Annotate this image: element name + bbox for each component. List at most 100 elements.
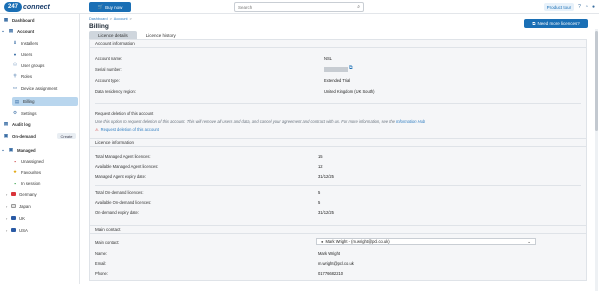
contact-phone-value: 01776682210: [318, 271, 344, 276]
contact-name-value: Mark Wright: [318, 251, 340, 256]
sidebar-item-label: User groups: [21, 62, 45, 68]
managed-icon: ▣: [8, 147, 14, 152]
sidebar-group-germany[interactable]: › Germany: [0, 190, 80, 198]
buy-now-label: Buy now: [105, 4, 123, 10]
chevron-down-icon: ⌄: [1, 28, 5, 33]
field-label: Main contact:: [95, 240, 120, 245]
sidebar-item-users[interactable]: ● Users: [0, 50, 80, 58]
sidebar-item-managed[interactable]: ⌄ ▣ Managed: [0, 146, 80, 154]
breadcrumb: Dashboard > Account >: [89, 17, 132, 21]
sidebar-group-uk[interactable]: › UK: [0, 214, 80, 222]
field-label: Total Managed Agent licences:: [95, 154, 151, 159]
buy-now-button[interactable]: 🛒 Buy now: [89, 2, 131, 12]
sidebar-item-billing[interactable]: ▤ Billing: [12, 97, 78, 106]
folder-icon: [11, 192, 16, 196]
sidebar-group-label: Japan: [19, 203, 31, 209]
sidebar-group-label: USA: [19, 227, 28, 233]
field-label: Data residency region:: [95, 89, 136, 94]
main-contact-selected: Mark Wright - (m.wright@pcl.co.uk): [325, 239, 390, 244]
field-label: Available Managed Agent licences:: [95, 164, 159, 169]
sidebar-item-label: Audit log: [12, 121, 31, 127]
search-input[interactable]: Search ⌕: [234, 2, 364, 12]
total-on-demand-value: 5: [318, 190, 321, 195]
top-bar: 247 connect 🛒 Buy now Search ⌕ Product t…: [0, 0, 599, 14]
folder-icon: [11, 204, 16, 208]
field-label: Phone:: [95, 271, 108, 276]
audit-log-icon: ▤: [3, 121, 9, 126]
sidebar-item-user-groups[interactable]: ⚇ User groups: [0, 61, 80, 69]
field-label: On-demand expiry date:: [95, 210, 139, 215]
breadcrumb-separator: >: [109, 17, 112, 21]
product-tour-label: Product tour: [546, 4, 572, 10]
sidebar-item-account[interactable]: ⌄ ▤ Account: [0, 27, 80, 35]
sidebar-item-device-assignment[interactable]: ▭ Device assignment: [0, 84, 80, 92]
notifications-icon[interactable]: ◔: [585, 4, 588, 10]
field-label: Email:: [95, 261, 107, 266]
account-information-section: Account information Account name: NSL Se…: [89, 39, 587, 146]
create-button[interactable]: Create: [57, 133, 76, 139]
main-contact-section: Main contact Main contact: ● Mark Wright…: [89, 225, 587, 281]
sidebar-item-label: Billing: [23, 99, 35, 104]
sidebar-item-audit-log[interactable]: ▤ Audit log: [0, 120, 80, 128]
on-demand-expiry-value: 31/12/25: [318, 210, 334, 215]
deletion-text: Use this option to request deletion of t…: [95, 119, 395, 124]
sidebar-item-label: In session: [21, 180, 41, 186]
need-more-licences-button[interactable]: ⧉ Need more licences?: [524, 19, 588, 28]
breadcrumb-dashboard[interactable]: Dashboard: [89, 17, 108, 21]
warning-icon: ⚠: [95, 127, 99, 132]
tab-licence-history[interactable]: Licence history: [137, 31, 185, 39]
sidebar-item-in-session[interactable]: ▪ In session: [0, 179, 80, 187]
deletion-description: Use this option to request deletion of t…: [95, 119, 425, 124]
sidebar-group-usa[interactable]: › USA: [0, 226, 80, 234]
account-type-value: Extended Trial: [324, 78, 351, 83]
main-contact-select[interactable]: ● Mark Wright - (m.wright@pcl.co.uk) ⌄: [316, 238, 536, 245]
divider: [95, 103, 581, 104]
search-icon: ⌕: [357, 4, 360, 10]
logo[interactable]: 247 connect: [4, 2, 50, 12]
sidebar-item-unassigned[interactable]: ▪ Unassigned: [0, 157, 80, 165]
tab-licence-details[interactable]: Licence details: [89, 31, 137, 39]
sidebar-item-label: Favourites: [21, 169, 42, 175]
roles-icon: ⚲: [13, 73, 17, 78]
sidebar-item-label: Dashboard: [12, 17, 35, 23]
need-more-licences-label: Need more licences?: [537, 21, 580, 26]
field-label: Account type:: [95, 78, 120, 83]
sidebar-item-label: Account: [17, 28, 35, 34]
folder-icon: [11, 228, 16, 232]
sidebar-group-japan[interactable]: › Japan: [0, 202, 80, 210]
folder-icon: [11, 216, 16, 220]
tab-label: Licence history: [145, 32, 176, 38]
logo-word: connect: [23, 3, 50, 11]
sidebar-item-label: On-demand: [12, 133, 36, 139]
information-hub-link[interactable]: Information Hub: [396, 119, 425, 124]
sidebar: ▦ Dashboard ⌄ ▤ Account ⬇ Installers ● U…: [0, 14, 80, 284]
sidebar-item-dashboard[interactable]: ▦ Dashboard: [0, 16, 80, 24]
field-label: Serial number:: [95, 67, 122, 72]
section-header: Licence information: [90, 139, 586, 147]
sidebar-item-roles[interactable]: ⚲ Roles: [0, 72, 80, 80]
sidebar-item-label: Device assignment: [21, 85, 58, 91]
product-tour-button[interactable]: Product tour: [543, 3, 575, 11]
scrollbar-thumb[interactable]: [595, 31, 598, 131]
sidebar-group-label: UK: [19, 215, 25, 221]
field-label: Available On-demand licences:: [95, 200, 152, 205]
field-label: Managed Agent expiry date:: [95, 174, 146, 179]
scrollbar[interactable]: [595, 29, 598, 291]
help-icon[interactable]: ?: [578, 4, 581, 10]
main-content: Dashboard > Account > Billing ⧉ Need mor…: [81, 14, 599, 291]
user-icon[interactable]: ●: [592, 4, 595, 10]
data-residency-value: United Kingdom (UK South): [324, 89, 375, 94]
sidebar-item-favourites[interactable]: ★ Favourites: [0, 168, 80, 176]
copy-icon[interactable]: ⧉: [349, 65, 352, 71]
sidebar-item-settings[interactable]: ⚙ Settings: [0, 109, 80, 117]
search-placeholder: Search: [238, 4, 253, 10]
breadcrumb-account[interactable]: Account: [114, 17, 128, 21]
in-session-icon: ▪: [14, 180, 16, 186]
create-label: Create: [60, 133, 73, 139]
sidebar-item-installers[interactable]: ⬇ Installers: [0, 39, 80, 47]
chevron-down-icon: ⌄: [1, 147, 5, 152]
request-deletion-link[interactable]: ⚠ Request deletion of this account: [95, 127, 159, 132]
available-on-demand-value: 5: [318, 200, 321, 205]
field-label: Name:: [95, 251, 108, 256]
gear-icon: ⚙: [12, 110, 18, 115]
